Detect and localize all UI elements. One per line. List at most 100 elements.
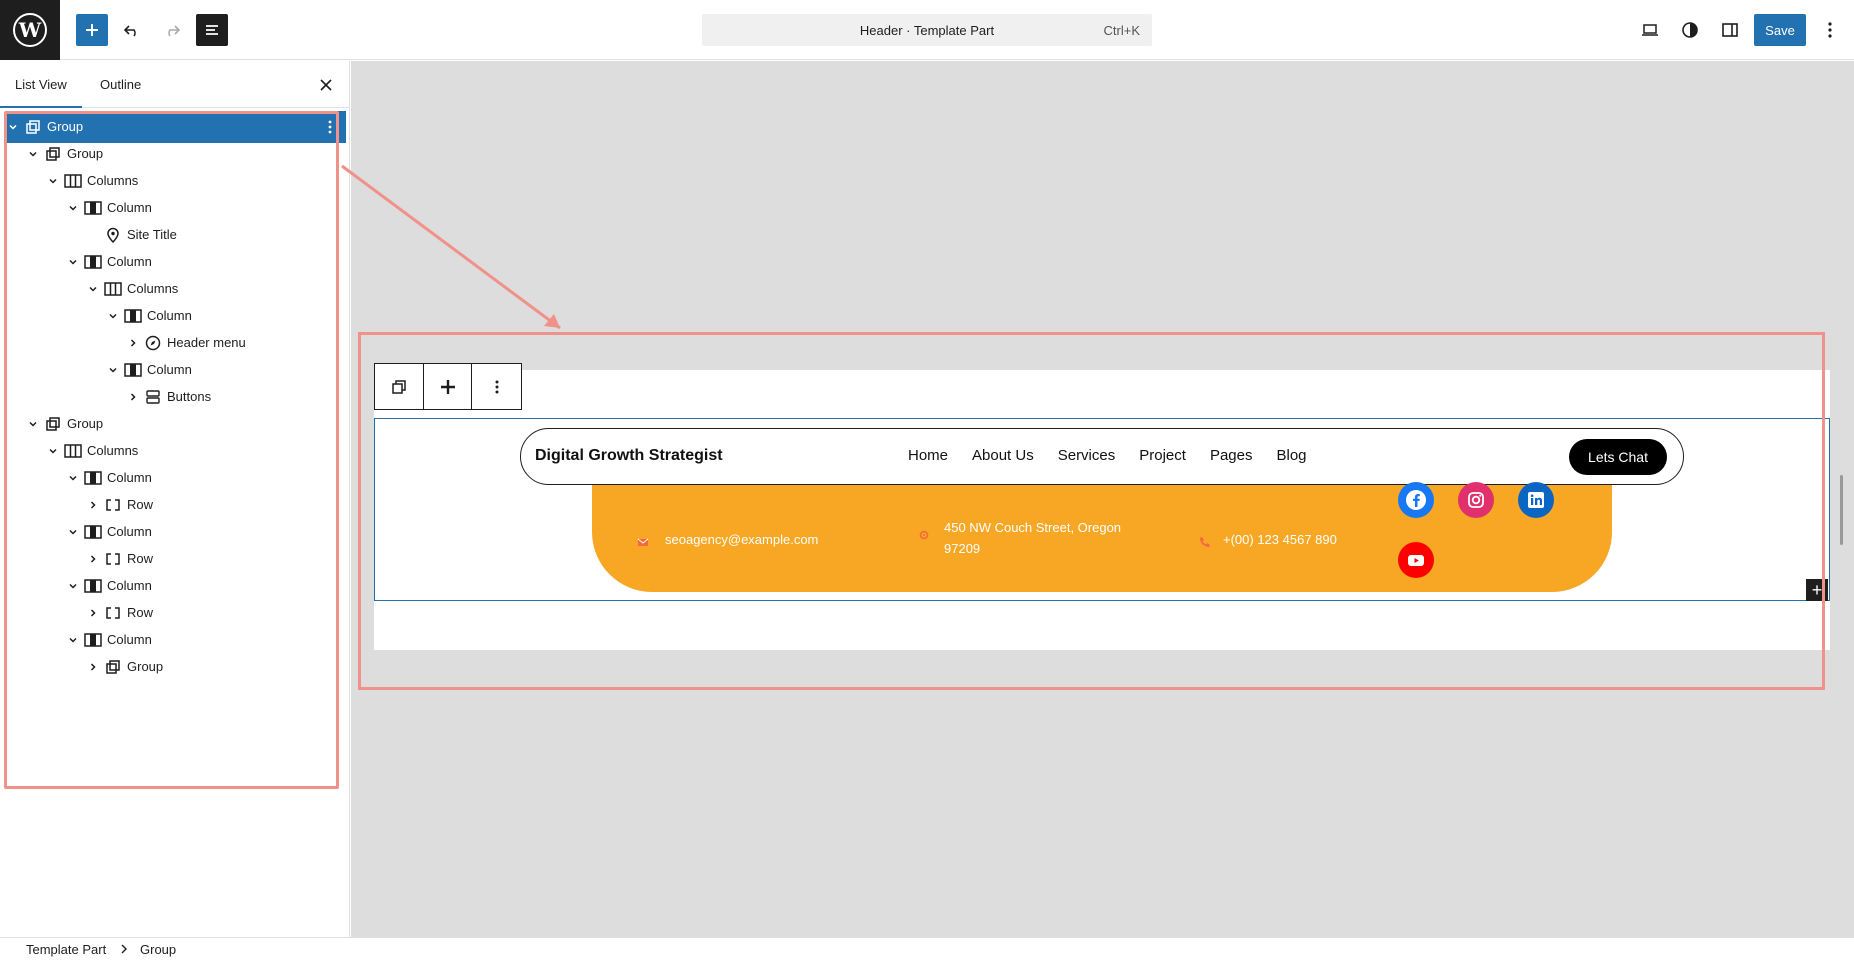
chevron-down-icon[interactable]	[46, 444, 60, 458]
breadcrumb-group[interactable]: Group	[140, 942, 176, 957]
phone-text[interactable]: +(00) 123 4567 890	[1223, 532, 1337, 547]
group-icon	[24, 118, 42, 136]
youtube-icon[interactable]	[1398, 542, 1434, 578]
lets-chat-button[interactable]: Lets Chat	[1569, 439, 1667, 475]
chevron-down-icon[interactable]	[66, 525, 80, 539]
column-icon	[84, 577, 102, 595]
add-block-inline-icon[interactable]: +	[1806, 579, 1828, 601]
chevron-down-icon[interactable]	[66, 201, 80, 215]
chevron-right-icon[interactable]	[126, 390, 140, 404]
menu-item-about[interactable]: About Us	[972, 447, 1034, 464]
list-view-item-label: Row	[127, 497, 154, 512]
list-view-item-label: Buttons	[167, 389, 212, 404]
drag-handle-icon[interactable]	[424, 364, 473, 409]
wordpress-logo-icon[interactable]: W	[0, 0, 60, 60]
add-block-icon[interactable]	[76, 14, 108, 46]
list-view-item-label: Column	[107, 254, 152, 269]
chevron-right-icon[interactable]	[86, 552, 100, 566]
undo-icon[interactable]	[116, 14, 148, 46]
list-view-item-label: Group	[47, 119, 84, 134]
location-pin-icon	[918, 527, 930, 540]
column-icon	[84, 631, 102, 649]
list-view-item-label: Columns	[87, 173, 139, 188]
navigation-icon	[144, 334, 162, 352]
chevron-down-icon[interactable]	[26, 147, 40, 161]
chevron-right-icon[interactable]	[126, 336, 140, 350]
group-icon	[104, 658, 122, 676]
chevron-down-icon[interactable]	[66, 579, 80, 593]
chevron-right-icon[interactable]	[86, 606, 100, 620]
map-pin-icon	[104, 226, 122, 244]
email-text[interactable]: seoagency@example.com	[665, 532, 818, 547]
chevron-right-icon[interactable]	[86, 660, 100, 674]
list-view-item-label: Group	[127, 659, 164, 674]
group-icon	[44, 145, 62, 163]
row-icon	[104, 496, 122, 514]
tab-list-view[interactable]: List View	[0, 61, 82, 108]
chevron-right-icon[interactable]	[86, 498, 100, 512]
redo-icon[interactable]	[156, 14, 188, 46]
column-icon	[84, 469, 102, 487]
address-line2: 97209	[944, 541, 981, 556]
chevron-down-icon[interactable]	[66, 471, 80, 485]
save-button[interactable]: Save	[1754, 14, 1806, 46]
chevron-down-icon[interactable]	[86, 282, 100, 296]
list-view-item-label: Site Title	[127, 227, 177, 242]
chevron-down-icon[interactable]	[26, 417, 40, 431]
block-toolbar	[374, 363, 522, 410]
menu-item-home[interactable]: Home	[908, 447, 948, 464]
list-view-icon[interactable]	[196, 14, 228, 46]
phone-icon	[1199, 533, 1211, 547]
header-menu: Home About Us Services Project Pages Blo…	[908, 447, 1331, 464]
more-options-icon[interactable]	[472, 364, 521, 409]
list-view-item-label: Header menu	[167, 335, 246, 350]
list-view-item-label: Column	[107, 470, 152, 485]
list-view-item-label: Columns	[127, 281, 179, 296]
address-info: 450 NW Couch Street, Oregon 97209	[918, 517, 1121, 559]
canvas-scrollbar[interactable]	[1840, 475, 1843, 545]
phone-info: +(00) 123 4567 890	[1199, 529, 1337, 550]
chevron-down-icon[interactable]	[106, 363, 120, 377]
top-toolbar: W Header · Template Part Ctrl+K Save	[0, 0, 1854, 60]
list-view-item[interactable]: Group	[6, 651, 346, 683]
menu-item-blog[interactable]: Blog	[1276, 447, 1306, 464]
chevron-down-icon[interactable]	[66, 633, 80, 647]
close-icon[interactable]	[316, 75, 336, 95]
chevron-down-icon[interactable]	[6, 120, 20, 134]
group-icon	[44, 415, 62, 433]
styles-icon[interactable]	[1674, 14, 1706, 46]
instagram-icon[interactable]	[1458, 482, 1494, 518]
menu-item-project[interactable]: Project	[1139, 447, 1186, 464]
column-icon	[84, 253, 102, 271]
chevron-down-icon[interactable]	[106, 309, 120, 323]
row-icon	[104, 604, 122, 622]
list-view-item-label: Columns	[87, 443, 139, 458]
column-icon	[124, 307, 142, 325]
list-view-item-label: Group	[67, 146, 104, 161]
command-palette-bar[interactable]: Header · Template Part Ctrl+K	[702, 14, 1152, 46]
breadcrumb-template-part[interactable]: Template Part	[26, 942, 106, 957]
command-title: Header · Template Part	[859, 22, 995, 38]
header-nav-pill: Digital Growth Strategist Home About Us …	[520, 428, 1684, 485]
menu-item-services[interactable]: Services	[1058, 447, 1116, 464]
more-options-icon[interactable]	[322, 119, 338, 135]
settings-sidebar-icon[interactable]	[1714, 14, 1746, 46]
menu-item-pages[interactable]: Pages	[1210, 447, 1253, 464]
device-preview-icon[interactable]	[1634, 14, 1666, 46]
contact-banner: seoagency@example.com 450 NW Couch Stree…	[592, 482, 1612, 592]
command-shortcut: Ctrl+K	[1103, 23, 1140, 38]
chevron-down-icon[interactable]	[46, 174, 60, 188]
facebook-icon[interactable]	[1398, 482, 1434, 518]
chevron-down-icon[interactable]	[66, 255, 80, 269]
tab-outline[interactable]: Outline	[85, 61, 156, 108]
options-menu-icon[interactable]	[1814, 14, 1846, 46]
column-icon	[84, 199, 102, 217]
site-title[interactable]: Digital Growth Strategist	[535, 447, 723, 465]
list-view-item-label: Column	[147, 362, 192, 377]
list-view-item-label: Column	[107, 200, 152, 215]
email-icon	[637, 533, 649, 546]
list-view-sidebar: List View Outline Group Group Columns Colum…	[0, 61, 350, 937]
group-block-icon[interactable]	[375, 364, 424, 409]
buttons-icon	[144, 388, 162, 406]
linkedin-icon[interactable]	[1518, 482, 1554, 518]
